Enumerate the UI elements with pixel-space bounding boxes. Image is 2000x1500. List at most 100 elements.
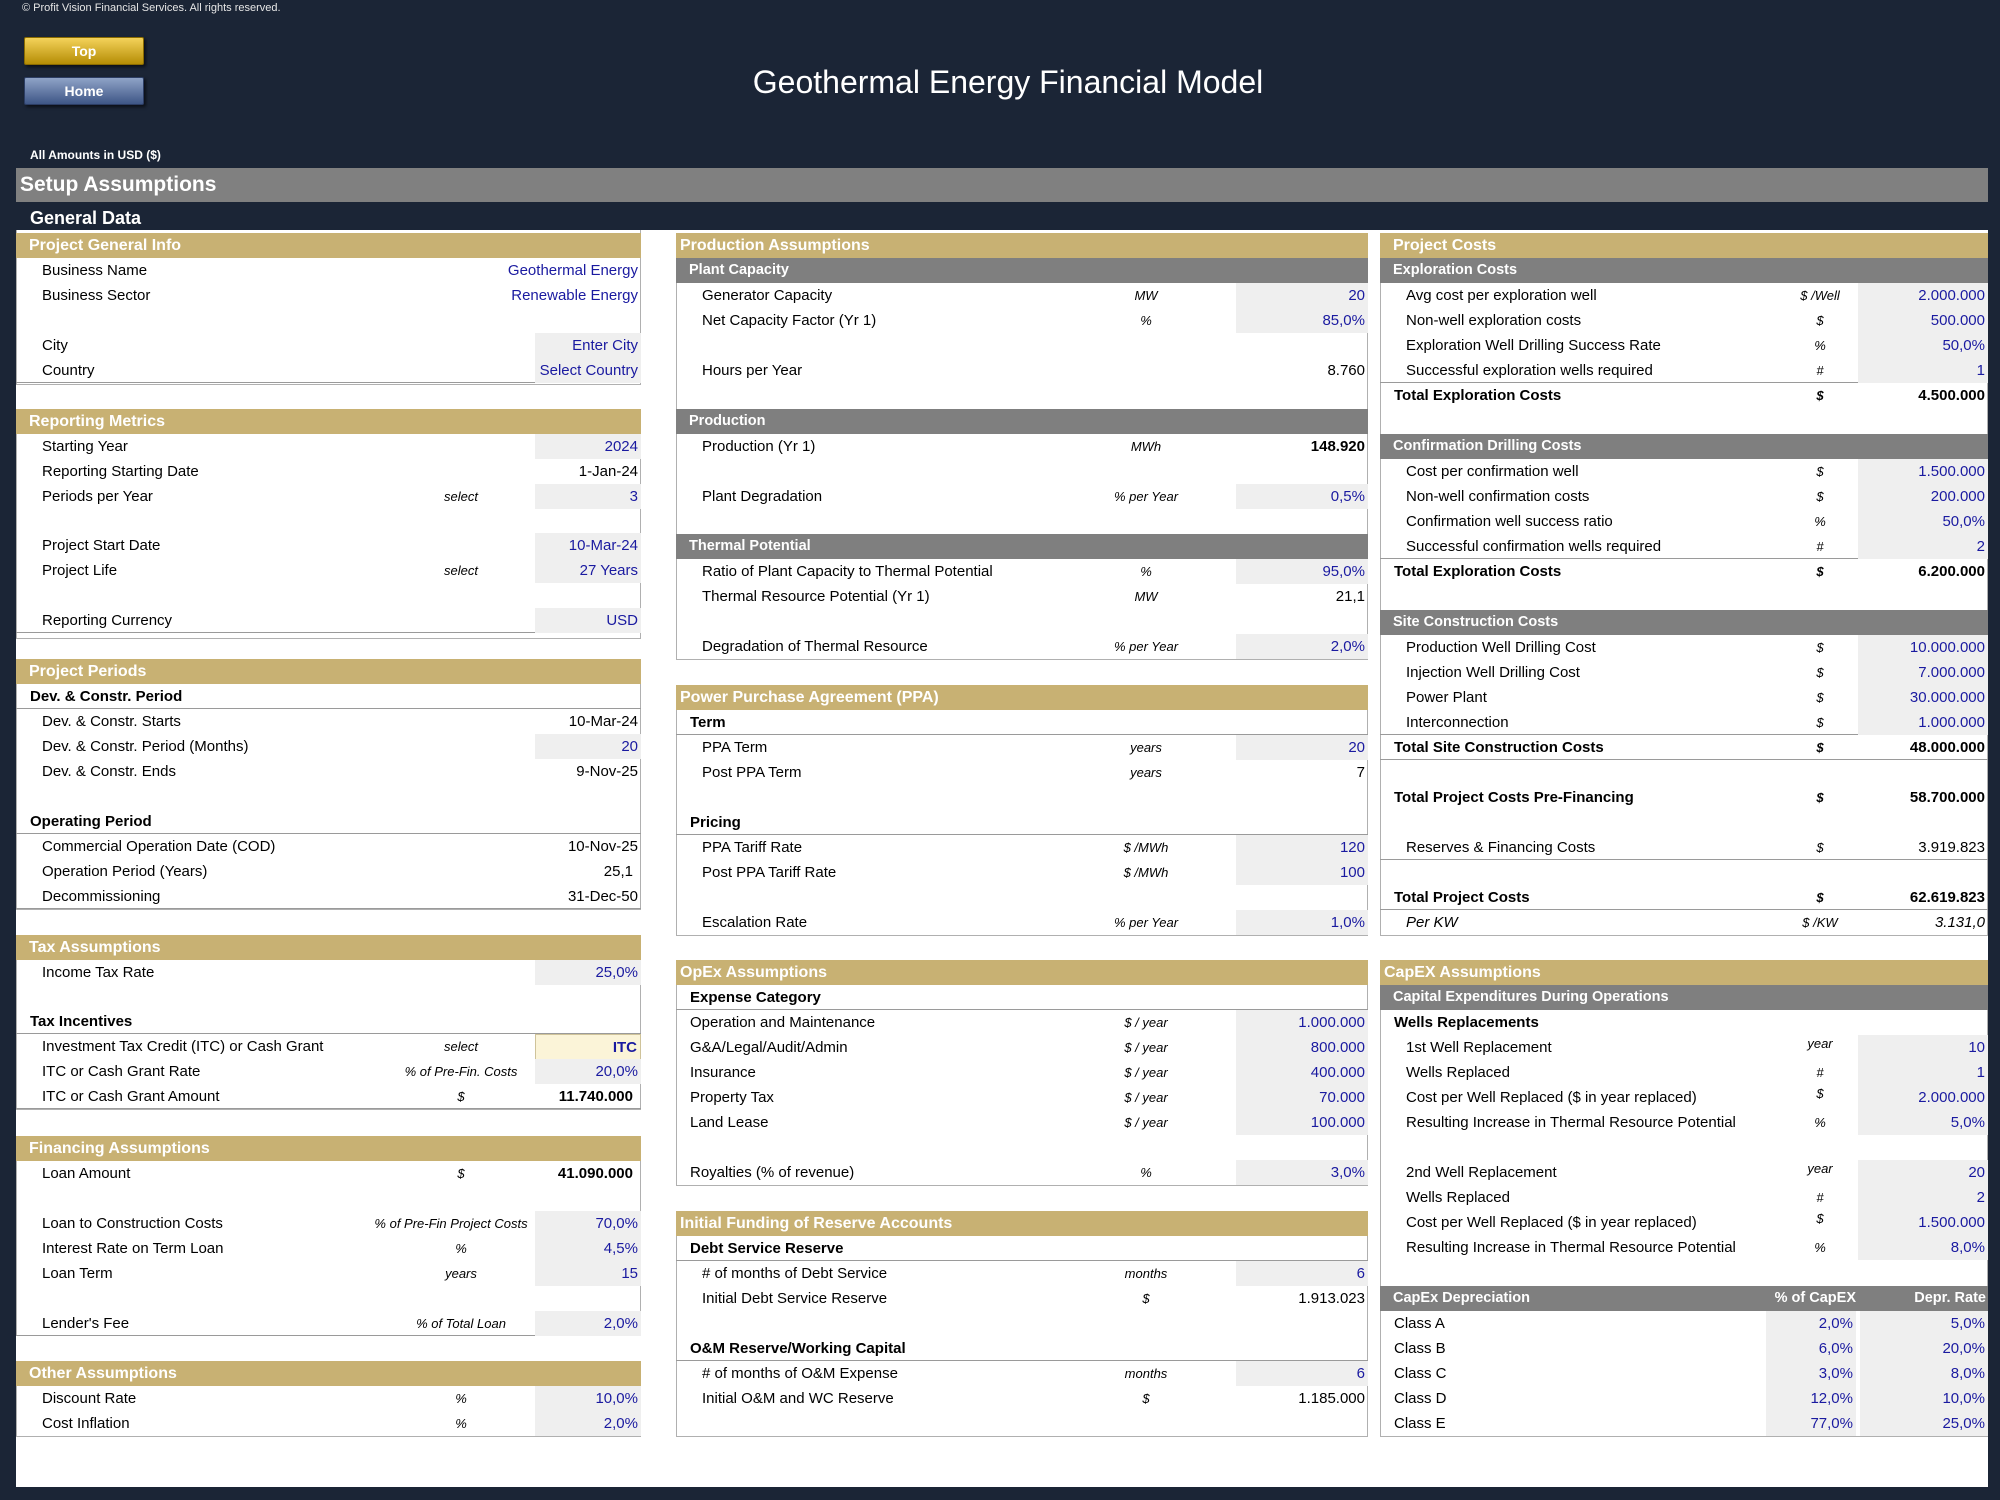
nonwell-exploration-input[interactable]: 500.000 [1858,308,1988,333]
interest-rate-input[interactable]: 4,5% [535,1236,641,1261]
cost-replaced-1-input[interactable]: 2.000.000 [1858,1085,1988,1110]
starting-year-input[interactable]: 2024 [535,434,641,459]
itc-rate-input[interactable]: 20,0% [535,1059,641,1084]
class-b-pct-input[interactable]: 6,0% [1766,1336,1856,1361]
project-start-input[interactable]: 10-Mar-24 [535,533,641,558]
confirmation-cost-input[interactable]: 1.500.000 [1858,459,1988,484]
ltc-input[interactable]: 70,0% [535,1211,641,1236]
project-life-select[interactable]: 27 Years [535,558,641,583]
decommissioning-row: Decommissioning 31-Dec-50 [16,884,641,909]
class-d-pct-input[interactable]: 12,0% [1766,1386,1856,1411]
insurance-row: Insurance $ / year 400.000 [676,1060,1368,1085]
reserves-financing-row: Reserves & Financing Costs $3.919.823 [1380,835,1988,860]
business-name-value[interactable]: Geothermal Energy [508,258,641,283]
class-c-pct-input[interactable]: 3,0% [1766,1361,1856,1386]
class-c-row: Class C 3,0% 8,0% [1380,1361,1988,1386]
ppa-term-input[interactable]: 20 [1236,735,1368,760]
cost-inflation-input[interactable]: 2,0% [535,1411,641,1436]
pct-capex-header: % of CapEX [1774,1290,1856,1306]
confirmation-success-input[interactable]: 50,0% [1858,509,1988,534]
increase-2-input[interactable]: 8,0% [1858,1235,1988,1260]
thermal-ratio-row: Ratio of Plant Capacity to Thermal Poten… [676,559,1368,584]
property-tax-row: Property Tax $ / year 70.000 [676,1085,1368,1110]
class-a-rate-input[interactable]: 5,0% [1860,1311,1988,1336]
ppa-tariff-input[interactable]: 120 [1236,835,1368,860]
exploration-success-input[interactable]: 50,0% [1858,333,1988,358]
thermal-ratio-input[interactable]: 95,0% [1236,559,1368,584]
dev-period-title: Dev. & Constr. Period [16,684,641,709]
generator-capacity-input[interactable]: 20 [1236,283,1368,308]
thermal-degradation-input[interactable]: 2,0% [1236,634,1368,659]
debt-months-input[interactable]: 6 [1236,1261,1368,1286]
cod-row: Commercial Operation Date (COD) 10-Nov-25 [42,838,638,855]
nonwell-confirmation-input[interactable]: 200.000 [1858,484,1988,509]
om-months-input[interactable]: 6 [1236,1361,1368,1386]
plant-degradation-input[interactable]: 0,5% [1236,484,1368,509]
ppa-header: Power Purchase Agreement (PPA) [676,685,1368,710]
second-replacement-input[interactable]: 20 [1858,1160,1988,1185]
income-tax-row: Income Tax Rate 25,0% [16,960,641,985]
class-e-rate-input[interactable]: 25,0% [1860,1411,1988,1436]
dev-months-input[interactable]: 20 [535,734,641,759]
avg-exploration-cost-input[interactable]: 2.000.000 [1858,283,1988,308]
class-a-pct-input[interactable]: 2,0% [1766,1311,1856,1336]
class-d-rate-input[interactable]: 10,0% [1860,1386,1988,1411]
confirmation-wells-input[interactable]: 2 [1858,534,1988,559]
dev-months-row: Dev. & Constr. Period (Months) 20 [16,734,641,759]
business-sector-row: Business Sector Renewable Energy [16,283,641,308]
interconnection-row: Interconnection $1.000.000 [1380,710,1988,735]
total-site-row: Total Site Construction Costs $48.000.000 [1380,735,1988,760]
general-data-header: General Data [16,204,1988,230]
wells-replaced-2-input[interactable]: 2 [1858,1185,1988,1210]
class-e-pct-input[interactable]: 77,0% [1766,1411,1856,1436]
interest-rate-row: Interest Rate on Term Loan% 4,5% [16,1236,641,1261]
total-exploration-row: Total Exploration Costs $4.500.000 [1394,387,1985,404]
capex-operations-subheader: Capital Expenditures During Operations [1380,985,1988,1010]
city-input[interactable]: Enter City [535,333,641,358]
exploration-costs-subheader: Exploration Costs [1380,258,1988,283]
currency-select[interactable]: USD [535,608,641,633]
operation-years-row: Operation Period (Years) 25,1 [42,863,633,880]
discount-rate-input[interactable]: 10,0% [535,1386,641,1411]
top-button[interactable]: Top [24,37,144,65]
project-costs-header: Project Costs [1380,233,1988,258]
project-periods-header: Project Periods [16,659,641,684]
production-assumptions-header: Production Assumptions [676,233,1368,258]
interconnection-input[interactable]: 1.000.000 [1858,710,1988,735]
escalation-input[interactable]: 1,0% [1236,910,1368,935]
increase-1-input[interactable]: 5,0% [1858,1110,1988,1135]
capacity-factor-input[interactable]: 85,0% [1236,308,1368,333]
itc-select[interactable]: ITC [535,1034,641,1061]
insurance-input[interactable]: 400.000 [1236,1060,1368,1085]
cost-replaced-2-input[interactable]: 1.500.000 [1858,1210,1988,1235]
class-c-rate-input[interactable]: 8,0% [1860,1361,1988,1386]
power-plant-row: Power Plant $30.000.000 [1380,685,1988,710]
post-ppa-tariff-input[interactable]: 100 [1236,860,1368,885]
class-b-rate-input[interactable]: 20,0% [1860,1336,1988,1361]
om-expense-input[interactable]: 1.000.000 [1236,1010,1368,1035]
power-plant-input[interactable]: 30.000.000 [1858,685,1988,710]
confirmation-cost-row: Cost per confirmation well $1.500.000 [1380,459,1988,484]
production-well-input[interactable]: 10.000.000 [1858,635,1988,660]
periods-per-year-select[interactable]: 3 [535,484,641,509]
income-tax-input[interactable]: 25,0% [535,960,641,985]
first-replacement-input[interactable]: 10 [1858,1035,1988,1060]
wells-replacements-title: Wells Replacements [1394,1014,1539,1031]
debt-months-row: # of months of Debt Service months 6 [676,1261,1368,1286]
royalties-input[interactable]: 3,0% [1236,1160,1368,1185]
country-select[interactable]: Select Country [535,358,641,383]
ga-expense-input[interactable]: 800.000 [1236,1035,1368,1060]
injection-well-input[interactable]: 7.000.000 [1858,660,1988,685]
ga-expense-row: G&A/Legal/Audit/Admin $ / year 800.000 [676,1035,1368,1060]
land-lease-input[interactable]: 100.000 [1236,1110,1368,1135]
exploration-wells-input[interactable]: 1 [1858,358,1988,383]
thermal-potential-row: Thermal Resource Potential (Yr 1) MW 21,1 [702,588,1365,605]
wells-replaced-1-input[interactable]: 1 [1858,1060,1988,1085]
lenders-fee-input[interactable]: 2,0% [535,1311,641,1336]
starting-year-row: Starting Year 2024 [16,434,641,459]
operating-period-title: Operating Period [16,809,641,834]
business-sector-value[interactable]: Renewable Energy [511,283,641,308]
property-tax-input[interactable]: 70.000 [1236,1085,1368,1110]
second-replacement-row: 2nd Well Replacement year 20 [1380,1160,1988,1185]
loan-term-input[interactable]: 15 [535,1261,641,1286]
